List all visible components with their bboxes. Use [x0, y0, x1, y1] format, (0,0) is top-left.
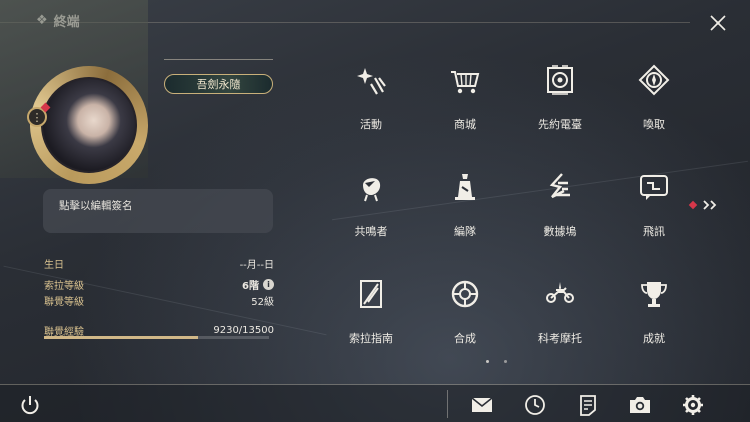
menu-item-label: 先約電臺: [538, 118, 582, 131]
menu-item-motorbike[interactable]: 科考摩托: [525, 278, 595, 358]
sola-level-label: 索拉等級: [44, 281, 84, 292]
notification-dot: [688, 200, 698, 210]
trophy-icon: [641, 282, 667, 307]
union-exp-bar: [44, 336, 269, 339]
mail-icon: [471, 397, 493, 412]
menu-item-label: 成就: [643, 332, 665, 345]
menu-item-events[interactable]: 活動: [336, 64, 406, 144]
menu-item-convene[interactable]: 喚取: [619, 64, 689, 144]
menu-item-label: 索拉指南: [349, 332, 393, 345]
radio-icon: [547, 65, 573, 95]
union-level-label: 聯覺等級: [44, 297, 84, 308]
menu-item-radio[interactable]: 先約電臺: [525, 64, 595, 144]
camera-icon: [630, 397, 650, 413]
menu-item-label: 編隊: [454, 225, 476, 238]
menu-item-data-bank[interactable]: 數據塢: [525, 171, 595, 251]
settings-button[interactable]: [680, 392, 706, 418]
chess-icon: [455, 174, 475, 200]
motorbike-icon: [546, 282, 574, 303]
player-name-badge[interactable]: 吾劍永隨: [164, 74, 273, 94]
chat-icon: [640, 175, 668, 200]
toolbar-divider: [447, 390, 448, 418]
name-divider: [164, 59, 273, 60]
menu-item-label: 商城: [454, 118, 476, 131]
resonator-icon: [363, 178, 381, 202]
menu-item-label: 合成: [454, 332, 476, 345]
next-page-button[interactable]: [688, 199, 718, 211]
clock-button[interactable]: [522, 392, 548, 418]
stat-birthday: 生日 --月--日: [44, 256, 274, 271]
sola-level-value: 6階: [242, 281, 259, 292]
page-indicator-dot[interactable]: [486, 360, 489, 363]
menu-item-messages[interactable]: 飛訊: [619, 171, 689, 251]
menu-item-synthesis[interactable]: 合成: [430, 278, 500, 358]
sparkle-icon: [357, 68, 386, 95]
menu-item-label: 數據塢: [543, 225, 577, 238]
menu-item-resonators[interactable]: 共鳴者: [336, 171, 406, 251]
menu-item-achievements[interactable]: 成就: [619, 278, 689, 358]
signature-field[interactable]: 點擊以編輯簽名: [43, 189, 273, 233]
avatar[interactable]: [41, 77, 137, 173]
synthesis-icon: [451, 280, 479, 308]
menu-item-label: 科考摩托: [538, 332, 582, 345]
camera-button[interactable]: [627, 392, 653, 418]
birthday-label: 生日: [44, 260, 64, 271]
compass-icon: [638, 64, 670, 96]
clock-icon: [525, 395, 545, 415]
double-chevron-right-icon: [703, 200, 717, 210]
union-exp-fill: [44, 336, 198, 339]
menu-item-label: 喚取: [643, 118, 665, 131]
menu-item-label: 活動: [360, 118, 382, 131]
mail-button[interactable]: [469, 392, 495, 418]
stat-union-level: 聯覺等級 52級: [44, 293, 274, 308]
stat-sola-level: 索拉等級 6階 i: [44, 277, 274, 292]
close-icon: [710, 15, 726, 31]
notes-icon: [580, 395, 596, 416]
union-exp-value: 9230/13500: [213, 325, 274, 336]
union-level-value: 52級: [251, 297, 274, 308]
info-icon[interactable]: i: [263, 279, 274, 290]
birthday-value: --月--日: [239, 260, 274, 271]
data-dock-icon: [549, 173, 570, 199]
power-icon: [21, 396, 39, 415]
close-button[interactable]: [706, 11, 730, 35]
menu-item-label: 共鳴者: [354, 225, 388, 238]
page-indicator-dot[interactable]: [504, 360, 507, 363]
power-button[interactable]: [17, 392, 43, 418]
notes-button[interactable]: [575, 392, 601, 418]
menu-item-guide[interactable]: 索拉指南: [336, 278, 406, 358]
guide-book-icon: [360, 280, 382, 308]
menu-item-label: 飛訊: [643, 225, 665, 238]
menu-item-shop[interactable]: 商城: [430, 64, 500, 144]
cart-icon: [451, 71, 480, 94]
menu-item-team[interactable]: 編隊: [430, 171, 500, 251]
gear-icon: [683, 395, 703, 415]
